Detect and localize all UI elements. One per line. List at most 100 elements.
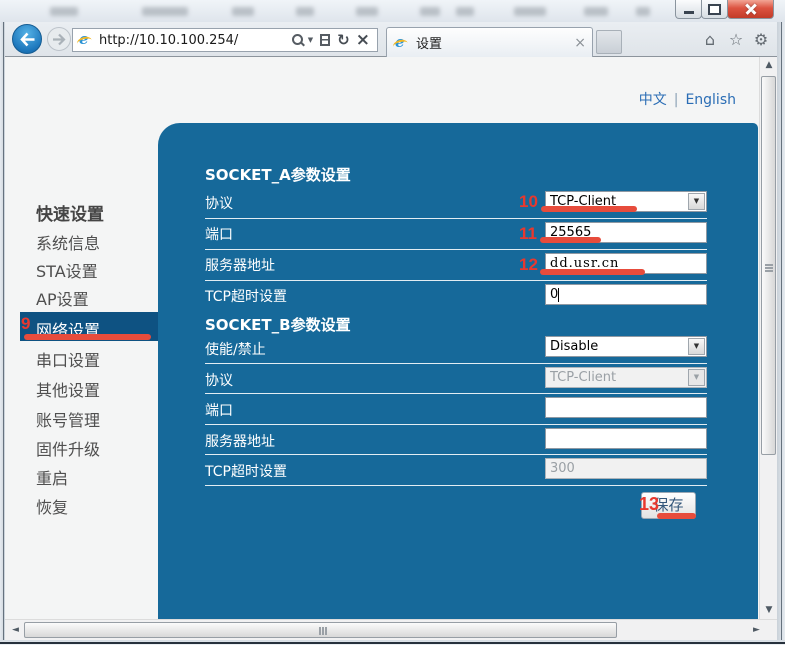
scroll-grip <box>765 264 773 266</box>
tab-close-icon[interactable]: × <box>574 35 586 51</box>
tools-gear-icon[interactable]: ⚙ <box>751 29 771 51</box>
scroll-grip <box>319 627 321 635</box>
text-cursor <box>558 288 559 302</box>
back-button[interactable] <box>12 24 42 54</box>
compatibility-view-icon[interactable] <box>320 34 330 46</box>
maximize-icon <box>708 4 721 15</box>
socket-b-timeout-input-disabled <box>545 458 707 479</box>
favorites-star-icon[interactable]: ☆ <box>726 29 746 51</box>
blurred-title-text <box>636 7 650 16</box>
socket-b-enable-label: 使能/禁止 <box>205 339 266 359</box>
socket-b-protocol-label: 协议 <box>205 370 233 390</box>
window-border-right <box>781 22 782 645</box>
socket-a-protocol-label: 协议 <box>205 193 233 213</box>
maximize-button[interactable] <box>701 0 728 19</box>
close-icon <box>728 0 773 18</box>
row-divider <box>205 218 707 219</box>
browser-window: e http://10.10.100.254/ ▼ ↻ × e 设置 × ⌂ ☆… <box>0 0 785 645</box>
annotation-underline-10 <box>541 206 637 212</box>
minimize-button[interactable] <box>675 0 702 19</box>
tab-title: 设置 <box>416 33 574 52</box>
blurred-title-text <box>142 7 188 16</box>
socket-b-server-input[interactable] <box>545 428 707 449</box>
search-icon[interactable] <box>291 33 303 47</box>
back-arrow-icon <box>19 32 36 47</box>
annotation-underline-11 <box>540 237 601 243</box>
chevron-down-icon[interactable]: ▼ <box>688 193 705 210</box>
row-divider <box>205 280 707 281</box>
sidebar-item-account-manage[interactable]: 账号管理 <box>36 407 100 431</box>
blurred-title-text <box>514 7 546 16</box>
socket-b-server-label: 服务器地址 <box>205 431 275 451</box>
annotation-underline-12 <box>540 269 645 275</box>
sidebar-item-other-settings[interactable]: 其他设置 <box>36 377 100 401</box>
close-button[interactable] <box>727 0 774 19</box>
socket-a-timeout-input[interactable] <box>545 284 707 305</box>
chevron-down-icon: ▼ <box>688 369 705 386</box>
lang-english-link[interactable]: English <box>685 92 736 108</box>
language-switch: 中文|English <box>600 89 736 109</box>
annotation-underline-9 <box>24 334 151 340</box>
socket-a-port-label: 端口 <box>205 224 233 244</box>
sidebar-item-quick-setup[interactable]: 快速设置 <box>36 200 104 225</box>
horizontal-scroll-thumb[interactable] <box>24 622 617 638</box>
annotation-number-13: 13 <box>639 494 659 515</box>
ie-tab-icon: e <box>393 35 409 51</box>
new-tab-button[interactable] <box>596 30 622 54</box>
stop-icon[interactable]: × <box>356 30 370 50</box>
scroll-down-icon[interactable]: ▼ <box>760 602 778 619</box>
forward-button[interactable] <box>47 27 71 51</box>
chevron-down-icon[interactable]: ▼ <box>688 338 705 355</box>
horizontal-scrollbar[interactable]: ◄ ► <box>5 619 777 640</box>
blurred-title-text <box>296 7 314 16</box>
browser-tab[interactable]: e 设置 × <box>386 27 593 57</box>
socket-b-enable-select[interactable]: Disable ▼ <box>545 336 707 357</box>
sidebar-item-sta-settings[interactable]: STA设置 <box>36 258 98 282</box>
socket-b-protocol-select-disabled: TCP-Client ▼ <box>545 367 707 388</box>
socket-a-server-label: 服务器地址 <box>205 255 275 275</box>
minimize-icon <box>684 11 694 14</box>
sidebar-item-serial-settings[interactable]: 串口设置 <box>36 347 100 371</box>
row-divider <box>205 249 707 250</box>
address-bar[interactable]: e http://10.10.100.254/ ▼ ↻ × <box>72 28 378 52</box>
window-border-bottom <box>0 642 785 644</box>
annotation-number-12: 12 <box>519 255 538 275</box>
blurred-title-text <box>232 7 254 16</box>
row-divider <box>205 363 707 364</box>
scroll-up-icon[interactable]: ▲ <box>760 57 778 74</box>
home-icon[interactable]: ⌂ <box>700 29 720 51</box>
sidebar-item-firmware-upgrade[interactable]: 固件升级 <box>36 436 100 460</box>
blurred-title-text <box>50 7 78 16</box>
sidebar-item-restart[interactable]: 重启 <box>36 465 68 489</box>
annotation-underline-13 <box>657 513 696 519</box>
sidebar-item-system-info[interactable]: 系统信息 <box>36 230 100 254</box>
row-divider <box>205 454 707 455</box>
refresh-icon[interactable]: ↻ <box>337 31 350 49</box>
vertical-scroll-thumb[interactable] <box>761 76 776 455</box>
socket-b-port-input[interactable] <box>545 397 707 418</box>
blurred-title-text <box>356 7 378 16</box>
lang-chinese-link[interactable]: 中文 <box>639 92 667 108</box>
socket-a-timeout-label: TCP超时设置 <box>205 286 287 306</box>
scroll-left-icon[interactable]: ◄ <box>7 620 24 640</box>
blurred-title-text <box>584 7 608 16</box>
vertical-scrollbar[interactable]: ▲ ▼ <box>759 57 777 619</box>
sidebar-item-restore[interactable]: 恢复 <box>36 494 68 518</box>
annotation-number-9: 9 <box>21 314 30 334</box>
scroll-right-icon[interactable]: ► <box>748 620 765 640</box>
ie-page-icon: e <box>77 32 93 48</box>
title-bar[interactable] <box>0 0 785 23</box>
socket-b-enable-value: Disable <box>550 339 598 354</box>
socket-b-timeout-label: TCP超时设置 <box>205 461 287 481</box>
url-text[interactable]: http://10.10.100.254/ <box>99 33 289 48</box>
socket-b-port-label: 端口 <box>205 400 233 420</box>
annotation-number-10: 10 <box>519 192 538 212</box>
forward-arrow-icon <box>52 33 67 46</box>
socket-b-protocol-value: TCP-Client <box>550 370 616 385</box>
row-divider <box>205 485 707 486</box>
row-divider <box>205 424 707 425</box>
search-dropdown-icon[interactable]: ▼ <box>308 36 313 44</box>
row-divider <box>205 393 707 394</box>
sidebar-item-ap-settings[interactable]: AP设置 <box>36 286 89 310</box>
annotation-number-11: 11 <box>519 224 537 244</box>
